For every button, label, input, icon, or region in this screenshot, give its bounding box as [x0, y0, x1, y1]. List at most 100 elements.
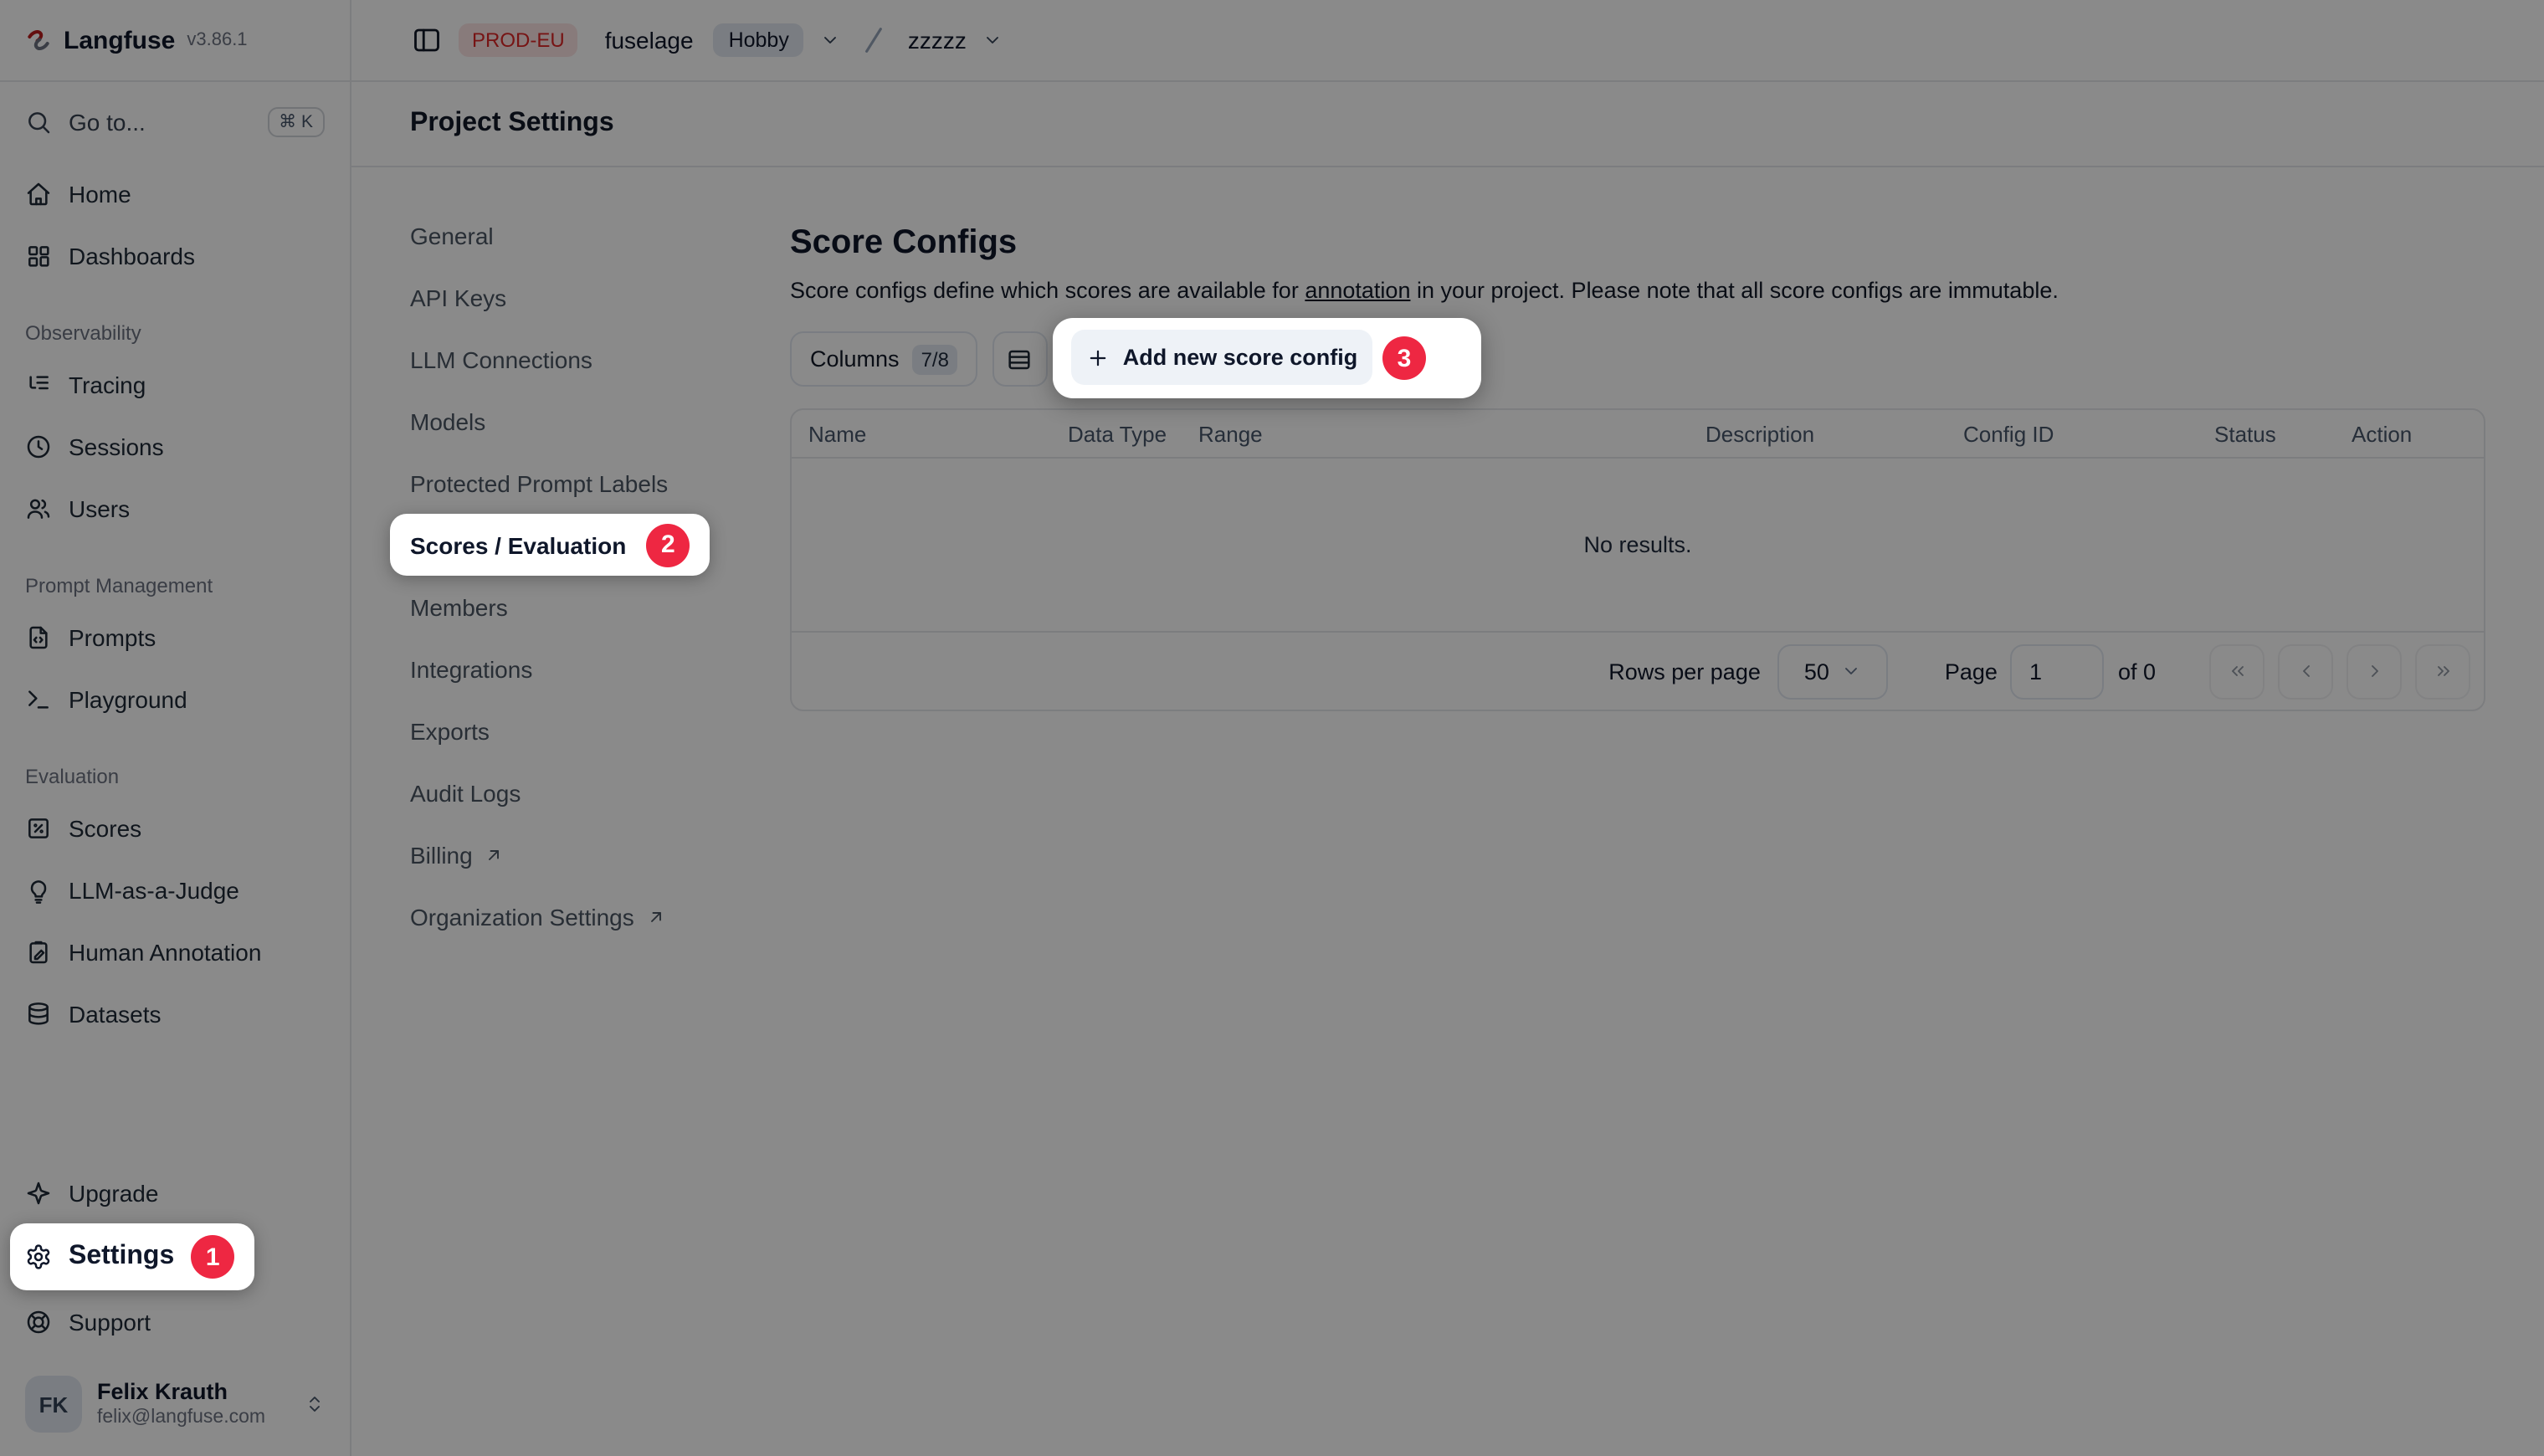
last-page-button[interactable]: [2415, 643, 2470, 699]
sidebar-item-home[interactable]: Home: [25, 162, 325, 224]
org-name[interactable]: fuselage: [605, 27, 694, 54]
sidebar-item-llm-as-a-judge[interactable]: LLM-as-a-Judge: [25, 859, 325, 920]
next-page-button[interactable]: [2347, 643, 2402, 699]
empty-state: No results.: [792, 459, 2484, 633]
table-header-row: Name Data Type Range Description Config …: [792, 410, 2484, 459]
sidebar-item-dashboards[interactable]: Dashboards: [25, 224, 325, 286]
database-icon: [25, 1000, 52, 1027]
settings-nav-members[interactable]: Members: [410, 576, 770, 638]
chevron-down-icon[interactable]: [821, 30, 841, 50]
rows-per-page-select[interactable]: 50: [1777, 643, 1888, 699]
settings-nav-audit-logs[interactable]: Audit Logs: [410, 761, 770, 823]
first-page-button[interactable]: [2209, 643, 2264, 699]
sidebar-item-playground[interactable]: Playground: [25, 668, 325, 730]
avatar: FK: [25, 1376, 82, 1433]
page-number-input[interactable]: [2011, 643, 2105, 699]
sidebar-item-label: Upgrade: [69, 1179, 158, 1206]
logo-row[interactable]: Langfuse v3.86.1: [0, 0, 350, 82]
sidebar-item-users[interactable]: Users: [25, 477, 325, 539]
settings-nav-label: General: [410, 222, 494, 249]
settings-nav-models[interactable]: Models: [410, 390, 770, 452]
sidebar-item-label: Support: [69, 1308, 151, 1335]
columns-button[interactable]: Columns 7/8: [790, 331, 977, 387]
sidebar-item-datasets[interactable]: Datasets: [25, 982, 325, 1044]
settings-nav-scores-evaluation[interactable]: Scores / Evaluation 2: [390, 514, 710, 576]
sidebar-item-upgrade[interactable]: Upgrade: [25, 1161, 325, 1223]
settings-nav-llm-connections[interactable]: LLM Connections: [410, 328, 770, 390]
sidebar-item-label: Datasets: [69, 1000, 162, 1027]
app-title: Langfuse: [64, 26, 175, 54]
user-email: felix@langfuse.com: [97, 1406, 265, 1429]
chevrons-up-down-icon: [305, 1394, 325, 1414]
column-header-data-type: Data Type: [1068, 421, 1198, 446]
pagination-buttons: [2209, 643, 2470, 699]
sidebar-item-label: Playground: [69, 685, 187, 712]
sidebar-item-settings[interactable]: Settings 1: [10, 1223, 254, 1290]
settings-nav-api-keys[interactable]: API Keys: [410, 266, 770, 328]
list-tree-icon: [25, 371, 52, 397]
langfuse-logo-icon: [25, 27, 52, 54]
sidebar-item-tracing[interactable]: Tracing: [25, 353, 325, 415]
sidebar-item-scores[interactable]: Scores: [25, 797, 325, 859]
column-header-name: Name: [808, 421, 1068, 446]
rows-icon: [1007, 346, 1034, 372]
score-configs-table: Name Data Type Range Description Config …: [790, 408, 2485, 711]
sidebar-item-label: Home: [69, 180, 131, 207]
row-height-button[interactable]: [992, 331, 1048, 387]
settings-nav-label: Organization Settings: [410, 903, 634, 930]
page-of-label: of 0: [2118, 659, 2156, 684]
users-icon: [25, 495, 52, 521]
settings-nav: General API Keys LLM Connections Models …: [410, 204, 770, 947]
settings-nav-general[interactable]: General: [410, 204, 770, 266]
settings-nav-billing[interactable]: Billing: [410, 823, 770, 885]
sidebar-item-label: Dashboards: [69, 242, 195, 269]
walkthrough-highlight-card: Add new score config 3: [1053, 318, 1481, 398]
sidebar-item-prompts[interactable]: Prompts: [25, 606, 325, 668]
sidebar-item-label: LLM-as-a-Judge: [69, 876, 239, 903]
chevron-left-icon: [2295, 661, 2316, 681]
annotation-link[interactable]: annotation: [1305, 278, 1410, 303]
add-score-config-button[interactable]: Add new score config: [1071, 330, 1372, 385]
chevron-down-icon[interactable]: [983, 30, 1003, 50]
description-text: in your project. Please note that all sc…: [1410, 278, 2058, 303]
sidebar-item-human-annotation[interactable]: Human Annotation: [25, 920, 325, 982]
project-name[interactable]: zzzzz: [908, 27, 967, 54]
settings-nav-label: LLM Connections: [410, 346, 592, 372]
settings-nav-integrations[interactable]: Integrations: [410, 638, 770, 700]
column-header-range: Range: [1198, 421, 1705, 446]
settings-nav-organization-settings[interactable]: Organization Settings: [410, 885, 770, 947]
section-observability: Observability: [25, 313, 325, 353]
walkthrough-badge-2: 2: [646, 523, 690, 567]
settings-nav-label: Billing: [410, 841, 473, 868]
add-score-config-label: Add new score config: [1123, 345, 1358, 370]
chevrons-left-icon: [2227, 661, 2247, 681]
walkthrough-badge-1: 1: [191, 1235, 234, 1279]
sidebar-bottom: Upgrade Settings 1 Support FK Felix Krau…: [25, 1161, 325, 1439]
sidebar-item-support[interactable]: Support: [25, 1290, 325, 1352]
page-label: Page: [1945, 659, 1998, 684]
settings-nav-exports[interactable]: Exports: [410, 700, 770, 761]
description-text: Score configs define which scores are av…: [790, 278, 1305, 303]
sidebar-item-label: Sessions: [69, 433, 164, 459]
section-evaluation: Evaluation: [25, 756, 325, 797]
goto-search[interactable]: Go to... ⌘ K: [25, 95, 325, 149]
sidebar-item-label: Prompts: [69, 623, 156, 650]
settings-nav-label: Exports: [410, 717, 490, 744]
settings-nav-protected-prompt-labels[interactable]: Protected Prompt Labels: [410, 452, 770, 514]
settings-nav-label: Audit Logs: [410, 779, 521, 806]
lifebuoy-icon: [25, 1308, 52, 1335]
prev-page-button[interactable]: [2278, 643, 2333, 699]
settings-nav-label: Scores / Evaluation: [410, 531, 626, 558]
sidebar-item-sessions[interactable]: Sessions: [25, 415, 325, 477]
sidebar-item-label: Users: [69, 495, 130, 521]
external-link-icon: [646, 906, 666, 926]
column-header-config-id: Config ID: [1963, 421, 2214, 446]
search-icon: [25, 109, 52, 136]
dashboards-icon: [25, 242, 52, 269]
settings-nav-label: Integrations: [410, 655, 532, 682]
column-header-status: Status: [2214, 421, 2352, 446]
panel-left-icon[interactable]: [412, 25, 442, 55]
user-menu[interactable]: FK Felix Krauth felix@langfuse.com: [25, 1376, 325, 1439]
environment-badge: PROD-EU: [459, 23, 578, 57]
app-window: Langfuse v3.86.1 Go to... ⌘ K Home Dashb…: [0, 0, 2544, 1456]
